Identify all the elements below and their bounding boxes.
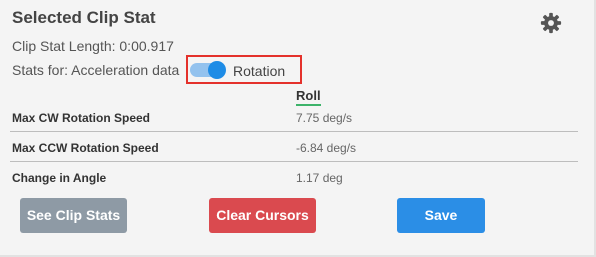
stats-for-label: Stats for: Acceleration data (12, 62, 180, 78)
row-divider (10, 161, 578, 162)
rotation-toggle[interactable] (190, 61, 226, 79)
toggle-knob (208, 61, 226, 79)
clip-stat-length: Clip Stat Length: 0:00.917 (12, 38, 174, 54)
save-button[interactable]: Save (397, 198, 485, 233)
toggle-label: Rotation (233, 63, 286, 79)
row-label-change-angle: Change in Angle (12, 171, 107, 185)
panel-title: Selected Clip Stat (12, 8, 156, 27)
row-value-max-cw: 7.75 deg/s (296, 111, 353, 125)
row-divider (10, 131, 578, 132)
row-label-max-ccw: Max CCW Rotation Speed (12, 141, 159, 155)
clear-cursors-button[interactable]: Clear Cursors (209, 198, 316, 233)
row-value-change-angle: 1.17 deg (296, 171, 343, 185)
gear-icon[interactable] (540, 12, 562, 34)
row-label-max-cw: Max CW Rotation Speed (12, 111, 151, 125)
selected-clip-stat-panel: Selected Clip Stat Clip Stat Length: 0:0… (0, 0, 596, 257)
see-clip-stats-button[interactable]: See Clip Stats (20, 198, 127, 233)
row-value-max-ccw: -6.84 deg/s (296, 141, 357, 155)
column-header-roll: Roll (296, 88, 321, 106)
